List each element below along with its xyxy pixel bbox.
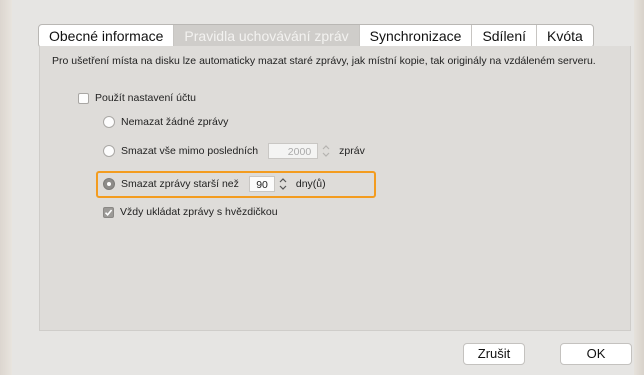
tab-retention[interactable]: Pravidla uchovávání zpráv	[174, 25, 360, 47]
delete-older-row[interactable]: Smazat zprávy starší než 90 dny(ů)	[103, 176, 326, 192]
keep-last-row[interactable]: Smazat vše mimo posledních 2000 zpráv	[103, 143, 365, 159]
delete-older-label: Smazat zprávy starší než	[121, 178, 239, 190]
cancel-button[interactable]: Zrušit	[463, 343, 525, 365]
checkmark-icon	[104, 208, 113, 216]
stepper-arrows-icon	[279, 178, 287, 190]
keep-starred-checkbox[interactable]	[103, 206, 114, 218]
keep-all-label: Nemazat žádné zprávy	[121, 116, 229, 128]
delete-older-unit: dny(ů)	[295, 178, 326, 190]
delete-older-stepper[interactable]	[278, 176, 288, 192]
keep-last-stepper[interactable]	[321, 143, 331, 159]
stepper-arrows-icon	[322, 145, 330, 157]
background-right	[634, 0, 644, 375]
keep-last-unit: zpráv	[339, 145, 365, 157]
keep-last-count-input[interactable]: 2000	[268, 143, 319, 159]
use-account-settings-label: Použít nastavení účtu	[95, 92, 196, 104]
keep-all-row[interactable]: Nemazat žádné zprávy	[103, 116, 228, 128]
keep-all-radio[interactable]	[103, 116, 115, 128]
keep-starred-row[interactable]: Vždy ukládat zprávy s hvězdičkou	[103, 206, 278, 218]
tab-general[interactable]: Obecné informace	[39, 25, 175, 47]
tab-bar: Obecné informace Pravidla uchovávání zpr…	[38, 24, 594, 48]
use-account-settings-row[interactable]: Použít nastavení účtu	[78, 92, 196, 104]
keep-last-radio[interactable]	[103, 145, 115, 157]
tab-sharing[interactable]: Sdílení	[472, 25, 538, 47]
tab-synchronization[interactable]: Synchronizace	[360, 25, 473, 47]
delete-older-days-input[interactable]: 90	[248, 176, 275, 192]
tab-quota[interactable]: Kvóta	[537, 25, 593, 47]
description-text: Pro ušetření místa na disku lze automati…	[52, 55, 596, 67]
keep-starred-label: Vždy ukládat zprávy s hvězdičkou	[120, 206, 278, 218]
keep-last-label: Smazat vše mimo posledních	[121, 145, 259, 157]
delete-older-radio[interactable]	[103, 178, 115, 190]
ok-button[interactable]: OK	[560, 343, 632, 365]
use-account-settings-checkbox[interactable]	[78, 92, 89, 104]
background-left	[0, 0, 12, 375]
